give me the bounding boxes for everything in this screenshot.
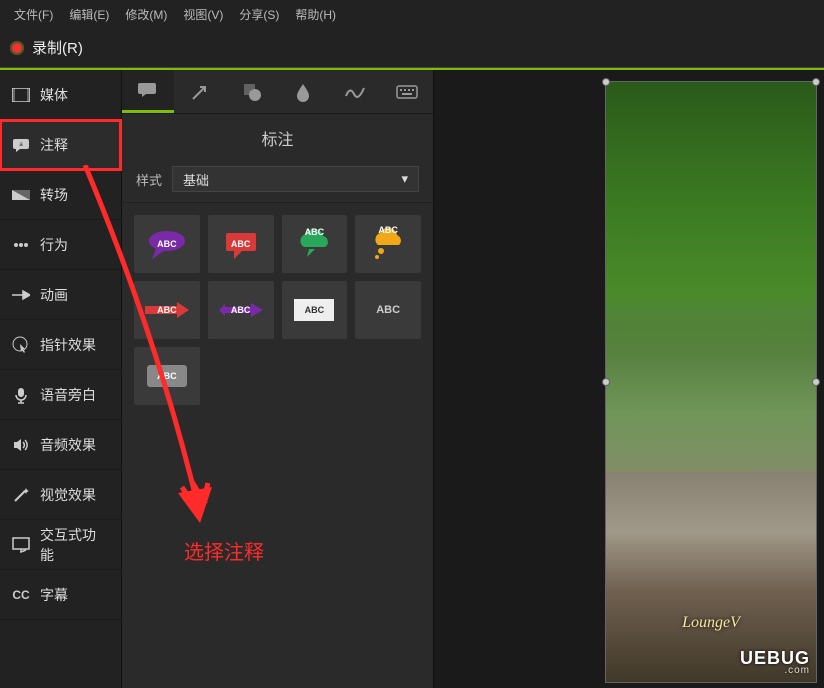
style-label: 样式 bbox=[136, 170, 162, 189]
menu-file[interactable]: 文件(F) bbox=[6, 2, 61, 27]
callout-red[interactable]: ABC bbox=[208, 215, 274, 273]
speaker-icon bbox=[12, 436, 30, 454]
sidebar-item-visual-effects[interactable]: 视觉效果 bbox=[0, 470, 121, 520]
tile-label: ABC bbox=[305, 227, 325, 237]
transitions-icon bbox=[12, 186, 30, 204]
sidebar-item-animations[interactable]: 动画 bbox=[0, 270, 121, 320]
resize-handle[interactable] bbox=[602, 378, 610, 386]
tile-label: ABC bbox=[157, 305, 177, 315]
interactive-icon bbox=[12, 536, 30, 554]
resize-handle[interactable] bbox=[602, 78, 610, 86]
tool-sketch[interactable] bbox=[329, 70, 381, 113]
sidebar-item-label: 媒体 bbox=[40, 85, 68, 105]
sidebar-item-annotations[interactable]: a 注释 bbox=[0, 120, 121, 170]
tile-label: ABC bbox=[157, 239, 177, 249]
sidebar: 媒体 a 注释 转场 行为 动画 bbox=[0, 70, 122, 688]
panel-title: 标注 bbox=[122, 114, 433, 160]
main-area: 媒体 a 注释 转场 行为 动画 bbox=[0, 70, 824, 688]
sidebar-item-label: 指针效果 bbox=[40, 335, 96, 355]
callout-rect-gray[interactable]: ABC bbox=[134, 347, 200, 405]
sidebar-item-label: 视觉效果 bbox=[40, 485, 96, 505]
callout-thought-yellow[interactable]: ABC bbox=[355, 215, 421, 273]
tool-shape[interactable] bbox=[226, 70, 278, 113]
chevron-down-icon: ▾ bbox=[401, 171, 408, 187]
wand-icon bbox=[12, 486, 30, 504]
callout-arrow-red[interactable]: ABC bbox=[134, 281, 200, 339]
sidebar-item-label: 动画 bbox=[40, 285, 68, 305]
callout-cloud-green[interactable]: ABC bbox=[282, 215, 348, 273]
sidebar-item-label: 交互式功能 bbox=[40, 525, 109, 565]
sidebar-item-behaviors[interactable]: 行为 bbox=[0, 220, 121, 270]
preview-canvas[interactable]: LoungeV UEBUG .com bbox=[606, 82, 816, 682]
captions-icon: CC bbox=[12, 586, 30, 604]
tile-label: ABC bbox=[305, 305, 325, 315]
style-row: 样式 基础 ▾ bbox=[122, 160, 433, 203]
tile-label: ABC bbox=[378, 225, 398, 235]
sidebar-item-label: 转场 bbox=[40, 185, 68, 205]
properties-panel: 标注 样式 基础 ▾ ABC ABC ABC ABC bbox=[122, 70, 434, 688]
sidebar-item-interactive[interactable]: 交互式功能 bbox=[0, 520, 121, 570]
video-watermark: LoungeV bbox=[682, 614, 740, 632]
tool-arrow[interactable] bbox=[174, 70, 226, 113]
annotation-toolbar bbox=[122, 70, 433, 114]
behaviors-icon bbox=[12, 236, 30, 254]
tool-blur[interactable] bbox=[277, 70, 329, 113]
tile-label: ABC bbox=[376, 304, 400, 316]
menu-help[interactable]: 帮助(H) bbox=[287, 2, 344, 27]
tile-label: ABC bbox=[231, 305, 251, 315]
sidebar-item-label: 注释 bbox=[40, 135, 68, 155]
callout-arrow-purple[interactable]: ABC bbox=[208, 281, 274, 339]
style-value: 基础 bbox=[183, 170, 209, 189]
record-label: 录制(R) bbox=[32, 37, 83, 58]
tile-label: ABC bbox=[157, 371, 177, 381]
sidebar-item-voice[interactable]: 语音旁白 bbox=[0, 370, 121, 420]
sidebar-item-captions[interactable]: CC 字幕 bbox=[0, 570, 121, 620]
sidebar-item-label: 语音旁白 bbox=[40, 385, 96, 405]
site-brand: UEBUG .com bbox=[740, 648, 810, 676]
menu-share[interactable]: 分享(S) bbox=[231, 2, 287, 27]
resize-handle[interactable] bbox=[812, 78, 820, 86]
tile-label: ABC bbox=[231, 239, 251, 249]
menu-modify[interactable]: 修改(M) bbox=[117, 2, 175, 27]
record-icon bbox=[10, 41, 24, 55]
sidebar-item-transitions[interactable]: 转场 bbox=[0, 170, 121, 220]
sidebar-item-label: 音频效果 bbox=[40, 435, 96, 455]
menubar: 文件(F) 编辑(E) 修改(M) 视图(V) 分享(S) 帮助(H) bbox=[0, 0, 824, 28]
callout-purple[interactable]: ABC bbox=[134, 215, 200, 273]
callout-grid: ABC ABC ABC ABC ABC ABC bbox=[122, 203, 433, 417]
media-icon bbox=[12, 86, 30, 104]
sidebar-item-label: 行为 bbox=[40, 235, 68, 255]
style-dropdown[interactable]: 基础 ▾ bbox=[172, 166, 419, 192]
menu-view[interactable]: 视图(V) bbox=[175, 2, 231, 27]
sidebar-item-audio-effects[interactable]: 音频效果 bbox=[0, 420, 121, 470]
cursor-icon bbox=[12, 336, 30, 354]
sidebar-item-cursor-effects[interactable]: 指针效果 bbox=[0, 320, 121, 370]
sidebar-item-media[interactable]: 媒体 bbox=[0, 70, 121, 120]
sidebar-item-label: 字幕 bbox=[40, 585, 68, 605]
microphone-icon bbox=[12, 386, 30, 404]
annotation-icon: a bbox=[12, 136, 30, 154]
brand-sub: .com bbox=[740, 665, 810, 676]
preview-panel: LoungeV UEBUG .com bbox=[434, 70, 824, 688]
animations-icon bbox=[12, 286, 30, 304]
menu-edit[interactable]: 编辑(E) bbox=[61, 2, 117, 27]
resize-handle[interactable] bbox=[812, 378, 820, 386]
callout-rect-white[interactable]: ABC bbox=[282, 281, 348, 339]
callout-text-plain[interactable]: ABC bbox=[355, 281, 421, 339]
record-bar[interactable]: 录制(R) bbox=[0, 28, 824, 68]
tool-callout[interactable] bbox=[122, 70, 174, 113]
tool-keyboard[interactable] bbox=[381, 70, 433, 113]
